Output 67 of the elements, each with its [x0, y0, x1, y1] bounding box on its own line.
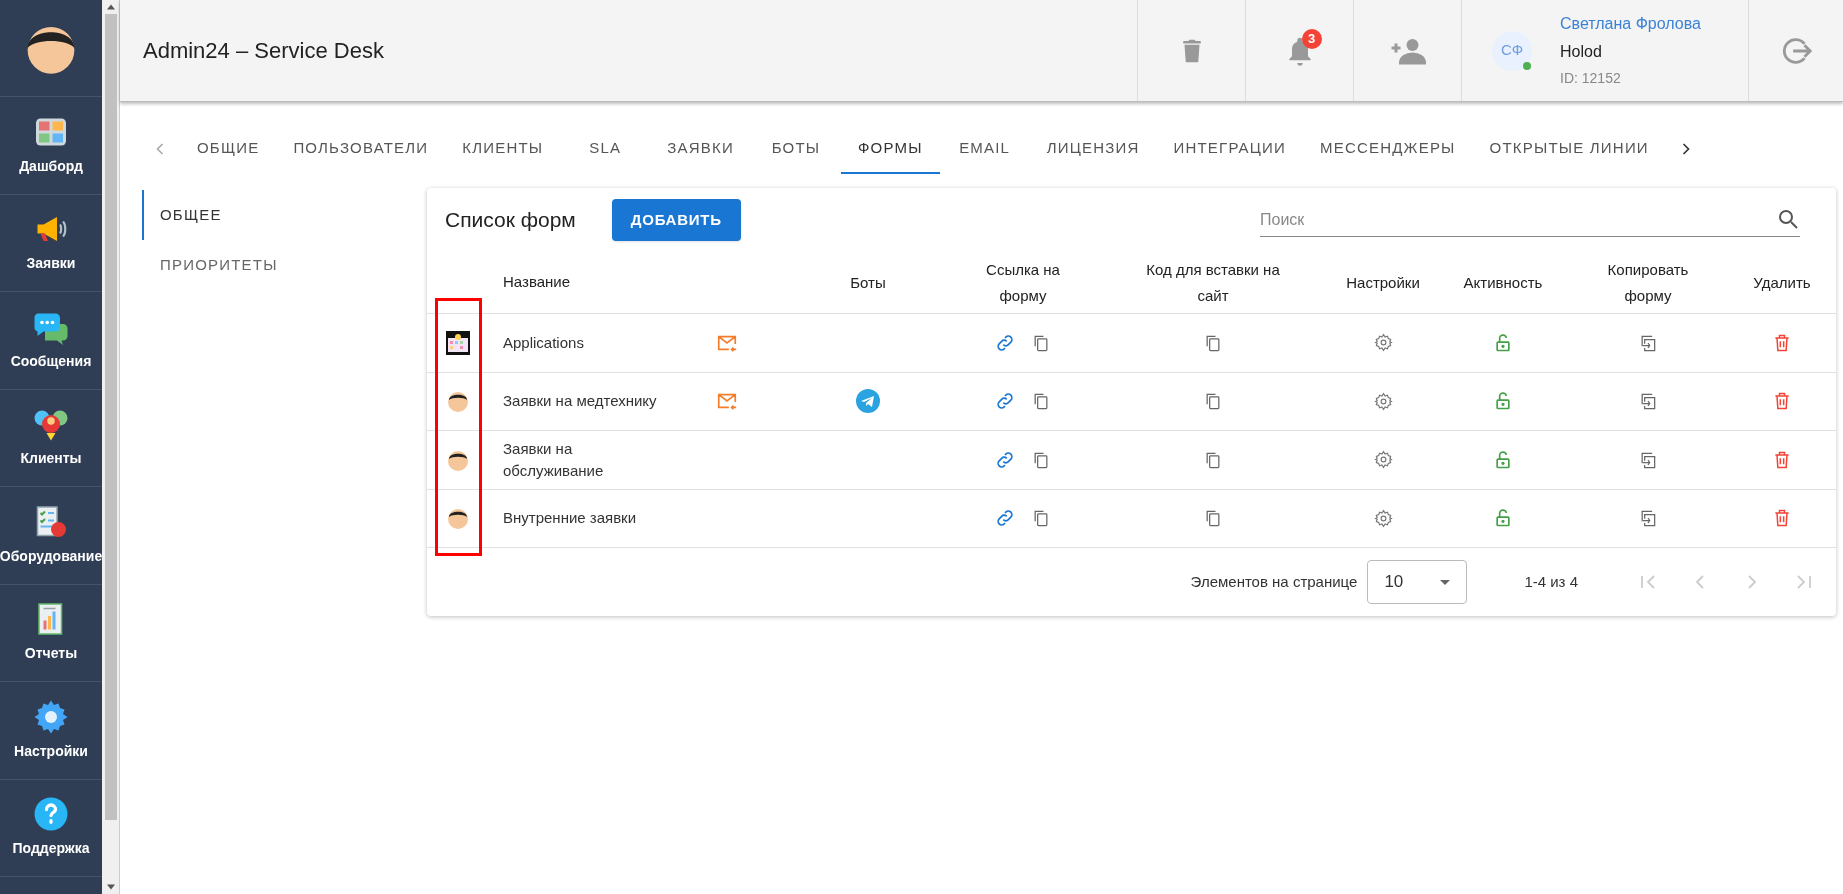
sidebar-item[interactable]: Дашборд: [0, 97, 102, 195]
gear-icon[interactable]: [1373, 391, 1393, 411]
search-icon[interactable]: [1776, 207, 1800, 231]
sidebar-item[interactable]: Отчеты: [0, 584, 102, 682]
column-header: Ссылка на форму: [985, 259, 1061, 306]
column-header: Удалить: [1753, 272, 1811, 293]
column-header: Название: [502, 272, 572, 293]
gear-icon[interactable]: [1373, 333, 1393, 353]
user-name[interactable]: Светлана Фролова: [1560, 12, 1701, 36]
tab[interactable]: ПОЛЬЗОВАТЕЛИ: [276, 124, 446, 174]
column-header: Активность: [1463, 272, 1543, 293]
add-button[interactable]: ДОБАВИТЬ: [611, 199, 741, 241]
unlocked-icon[interactable]: [1493, 391, 1513, 412]
app-title: Admin24 – Service Desk: [143, 37, 384, 65]
tab[interactable]: ОБЩИЕ: [180, 124, 277, 174]
unlocked-icon[interactable]: [1493, 449, 1513, 470]
link-icon[interactable]: [995, 391, 1015, 412]
tab[interactable]: SLA: [560, 124, 651, 174]
avatar-icon: [445, 389, 470, 414]
tab[interactable]: EMAIL: [939, 124, 1030, 174]
rows-per-page-label: Элементов на странице: [1190, 571, 1358, 592]
subnav-item[interactable]: ПРИОРИТЕТЫ: [142, 240, 427, 290]
link-icon[interactable]: [995, 508, 1015, 529]
help-icon: [33, 796, 69, 833]
form-name: Заявки на обслуживание: [502, 438, 605, 481]
scroll-down-icon[interactable]: [106, 883, 115, 891]
tab[interactable]: БОТЫ: [750, 124, 841, 174]
tab[interactable]: ЛИЦЕНЗИЯ: [1029, 124, 1157, 174]
scroll-up-icon[interactable]: [106, 3, 115, 11]
user-id: ID: 12152: [1560, 69, 1622, 88]
unlocked-icon[interactable]: [1493, 332, 1513, 353]
rows-per-page-select[interactable]: 10: [1367, 560, 1468, 604]
tab[interactable]: КЛИЕНТЫ: [445, 124, 561, 174]
telegram-icon[interactable]: [856, 389, 880, 414]
sidebar-item[interactable]: Поддержка: [0, 779, 102, 877]
form-name: Applications: [502, 332, 585, 353]
trash-icon[interactable]: [1772, 508, 1792, 529]
gear-icon[interactable]: [1373, 508, 1393, 528]
dropdown-caret-icon: [1440, 579, 1451, 585]
avatar-icon: [445, 506, 470, 531]
link-icon[interactable]: [995, 332, 1015, 353]
tab[interactable]: ФОРМЫ: [840, 124, 940, 174]
tab[interactable]: ЗАЯВКИ: [650, 124, 751, 174]
form-name: Заявки на медтехнику: [502, 391, 658, 412]
gear-icon[interactable]: [1373, 450, 1393, 470]
company-name: Holod: [1560, 42, 1603, 62]
column-header: Копировать форму: [1606, 259, 1690, 306]
column-header: Боты: [850, 272, 886, 293]
trash-icon[interactable]: [1772, 449, 1792, 470]
tab[interactable]: МЕССЕНДЖЕРЫ: [1303, 124, 1473, 174]
notifications-button[interactable]: 3: [1245, 0, 1353, 101]
notification-badge: 3: [1301, 28, 1322, 49]
search-field[interactable]: Поиск: [1260, 203, 1800, 237]
panel-title: Список форм: [445, 207, 576, 234]
unlocked-icon[interactable]: [1493, 508, 1513, 529]
form-name: Внутренние заявки: [502, 508, 638, 529]
tab[interactable]: ОТКРЫТЫЕ ЛИНИИ: [1472, 124, 1666, 174]
tab[interactable]: ИНТЕГРАЦИИ: [1156, 124, 1304, 174]
link-icon[interactable]: [995, 449, 1015, 470]
gear-icon: [33, 698, 69, 735]
scrollbar-thumb[interactable]: [104, 14, 117, 820]
column-header: Код для вставки на сайт: [1145, 259, 1281, 306]
trash-icon[interactable]: [1772, 332, 1792, 353]
page-range: 1-4 из 4: [1524, 571, 1578, 592]
board-icon: [445, 330, 470, 355]
column-header: Настройки: [1346, 272, 1420, 293]
trash-icon[interactable]: [1772, 391, 1792, 412]
